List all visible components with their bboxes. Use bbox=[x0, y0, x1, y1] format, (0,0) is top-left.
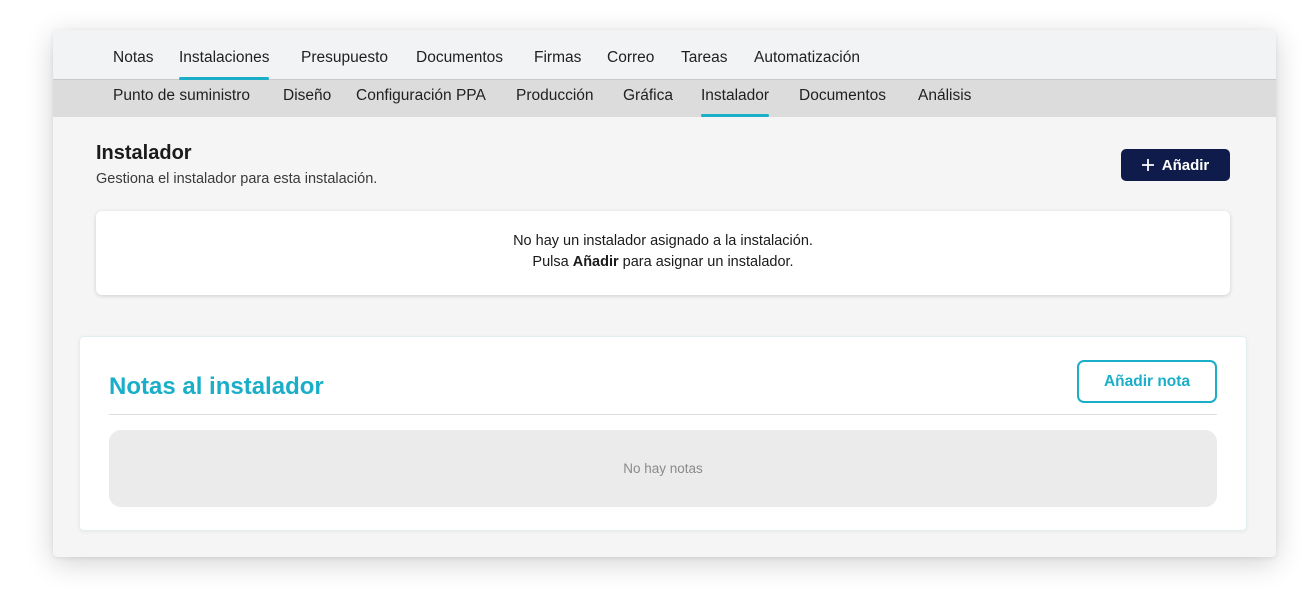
installer-empty-hint-suffix: para asignar un instalador. bbox=[622, 254, 794, 270]
installer-section-subtitle: Gestiona el instalador para esta instala… bbox=[96, 171, 378, 187]
app-window: Notas Instalaciones Presupuesto Document… bbox=[53, 30, 1276, 557]
tab-instalaciones[interactable]: Instalaciones bbox=[179, 49, 270, 80]
notes-empty-state: No hay notas bbox=[109, 430, 1217, 507]
installer-empty-hint-prefix: Pulsa bbox=[532, 254, 569, 270]
add-note-button[interactable]: Añadir nota bbox=[1077, 360, 1217, 403]
sub-tab-bar: Punto de suministro Diseño Configuración… bbox=[53, 80, 1276, 117]
installer-notes-card: Notas al instalador Añadir nota No hay n… bbox=[79, 336, 1247, 531]
tab-documentos[interactable]: Documentos bbox=[416, 49, 503, 80]
tab-automatizacion[interactable]: Automatización bbox=[754, 49, 860, 80]
subtab-analisis[interactable]: Análisis bbox=[918, 87, 971, 117]
subtab-instalador[interactable]: Instalador bbox=[701, 87, 770, 117]
plus-icon bbox=[1141, 159, 1154, 171]
tab-tareas[interactable]: Tareas bbox=[681, 49, 728, 80]
installer-empty-hint-action: Añadir bbox=[572, 254, 619, 270]
notes-divider bbox=[109, 414, 1217, 415]
tab-correo[interactable]: Correo bbox=[607, 49, 654, 80]
tab-presupuesto[interactable]: Presupuesto bbox=[301, 49, 388, 80]
add-installer-label: Añadir bbox=[1161, 156, 1210, 174]
subtab-produccion[interactable]: Producción bbox=[516, 87, 594, 117]
notes-title: Notas al instalador bbox=[109, 373, 324, 400]
tab-notas[interactable]: Notas bbox=[113, 49, 154, 80]
installer-empty-state: No hay un instalador asignado a la insta… bbox=[96, 211, 1230, 295]
add-installer-button[interactable]: Añadir bbox=[1121, 149, 1230, 181]
subtab-grafica[interactable]: Gráfica bbox=[623, 87, 673, 117]
installer-section-title: Instalador bbox=[96, 142, 192, 164]
subtab-configuracion-ppa[interactable]: Configuración PPA bbox=[356, 87, 486, 117]
subtab-diseno[interactable]: Diseño bbox=[283, 87, 331, 117]
tab-firmas[interactable]: Firmas bbox=[534, 49, 581, 80]
installer-empty-message: No hay un instalador asignado a la insta… bbox=[513, 233, 813, 249]
main-tab-bar: Notas Instalaciones Presupuesto Document… bbox=[53, 30, 1276, 80]
subtab-punto-de-suministro[interactable]: Punto de suministro bbox=[113, 87, 250, 117]
subtab-documentos[interactable]: Documentos bbox=[799, 87, 886, 117]
installer-empty-hint: Pulsa Añadir para asignar un instalador. bbox=[96, 254, 1230, 270]
